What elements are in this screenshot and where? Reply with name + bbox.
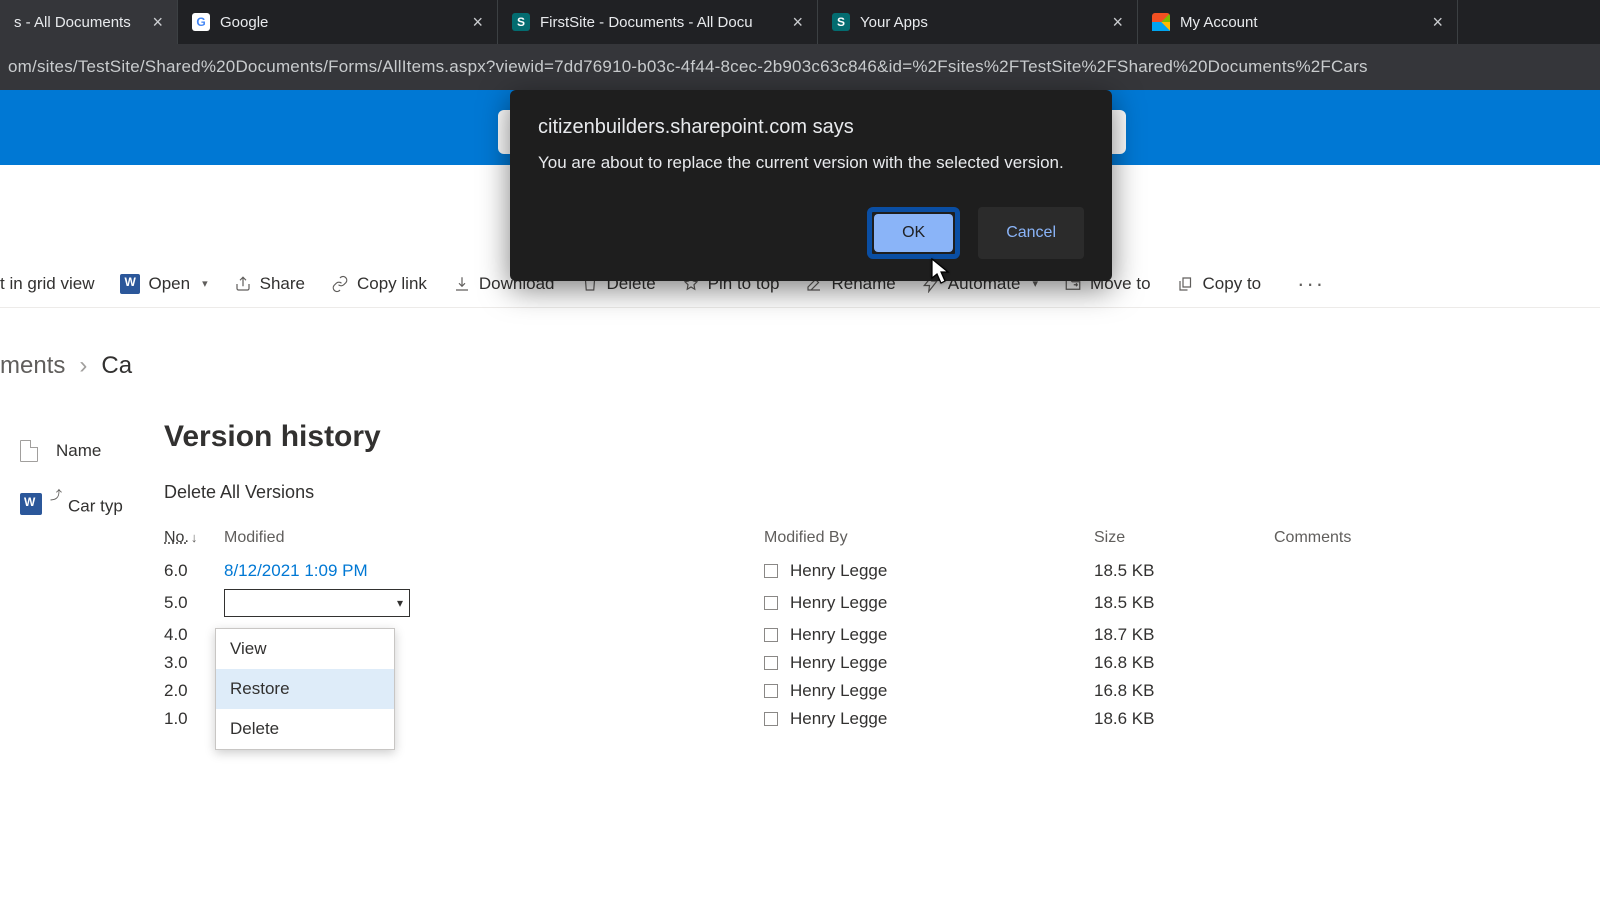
- tab-your-apps[interactable]: S Your Apps ×: [818, 0, 1138, 44]
- breadcrumb-parent[interactable]: ments: [0, 352, 65, 380]
- checkbox-icon[interactable]: [764, 684, 778, 698]
- modified-by: Henry Legge: [764, 709, 1094, 729]
- list-item[interactable]: ⤴Car typ: [0, 486, 140, 523]
- word-document-icon: [20, 493, 42, 515]
- col-modified[interactable]: Modified: [224, 529, 764, 547]
- tab-firstsite[interactable]: S FirstSite - Documents - All Docu ×: [498, 0, 818, 44]
- microsoft-icon: [1152, 13, 1170, 31]
- checkbox-icon[interactable]: [764, 564, 778, 578]
- col-no[interactable]: No.↓: [164, 529, 224, 547]
- delete-all-versions-link[interactable]: Delete All Versions: [164, 482, 314, 503]
- document-list-peek: Name ⤴Car typ: [0, 430, 140, 523]
- cmd-label: Copy to: [1203, 274, 1262, 294]
- version-no: 5.0: [164, 593, 224, 613]
- modified-by: Henry Legge: [764, 561, 1094, 581]
- modified-by: Henry Legge: [764, 593, 1094, 613]
- tab-title: FirstSite - Documents - All Docu: [540, 14, 753, 31]
- modified-date-dropdown[interactable]: [224, 589, 764, 617]
- tab-title: s - All Documents: [14, 14, 131, 31]
- ok-button-highlight: OK: [867, 207, 960, 259]
- copy-icon: [1177, 275, 1195, 293]
- checkbox-icon[interactable]: [764, 596, 778, 610]
- cmd-label: Open: [148, 274, 190, 294]
- cmd-label: Copy link: [357, 274, 427, 294]
- copy-link-button[interactable]: Copy link: [331, 274, 427, 294]
- more-actions-button[interactable]: ···: [1297, 271, 1325, 297]
- file-size: 16.8 KB: [1094, 681, 1274, 701]
- cmd-label: Share: [260, 274, 305, 294]
- modified-by: Henry Legge: [764, 681, 1094, 701]
- table-header-row: No.↓ Modified Modified By Size Comments: [164, 525, 1600, 557]
- file-size: 18.6 KB: [1094, 709, 1274, 729]
- share-icon: [234, 275, 252, 293]
- document-name: ⤴Car typ: [56, 492, 123, 517]
- close-icon[interactable]: ×: [472, 12, 483, 33]
- breadcrumb: ments › Ca: [0, 308, 1600, 380]
- panel-title: Version history: [164, 420, 1600, 454]
- download-icon: [453, 275, 471, 293]
- file-size: 18.5 KB: [1094, 561, 1274, 581]
- menu-item-view[interactable]: View: [216, 629, 394, 669]
- cmd-label: t in grid view: [0, 274, 94, 294]
- menu-item-delete[interactable]: Delete: [216, 709, 394, 749]
- url-text: om/sites/TestSite/Shared%20Documents/For…: [8, 57, 1368, 77]
- col-comments[interactable]: Comments: [1274, 529, 1600, 547]
- link-icon: [331, 275, 349, 293]
- checkbox-icon[interactable]: [764, 656, 778, 670]
- file-size: 18.7 KB: [1094, 625, 1274, 645]
- dialog-message: You are about to replace the current ver…: [538, 153, 1084, 173]
- tab-google[interactable]: G Google ×: [178, 0, 498, 44]
- list-header: Name: [0, 430, 140, 486]
- breadcrumb-current: Ca: [101, 352, 132, 380]
- ok-button[interactable]: OK: [874, 214, 953, 252]
- share-button[interactable]: Share: [234, 274, 305, 294]
- cancel-button[interactable]: Cancel: [978, 207, 1084, 259]
- tab-title: Google: [220, 14, 268, 31]
- version-context-menu: View Restore Delete: [215, 628, 395, 750]
- chevron-right-icon: ›: [79, 352, 87, 380]
- file-type-icon: [20, 440, 38, 462]
- tab-title: My Account: [1180, 14, 1258, 31]
- name-column-header[interactable]: Name: [56, 441, 101, 461]
- close-icon[interactable]: ×: [1432, 12, 1443, 33]
- col-modified-by[interactable]: Modified By: [764, 529, 1094, 547]
- sharepoint-icon: S: [832, 13, 850, 31]
- file-size: 18.5 KB: [1094, 593, 1274, 613]
- tab-all-documents[interactable]: s - All Documents ×: [0, 0, 178, 44]
- word-icon: [120, 274, 140, 294]
- open-button[interactable]: Open: [120, 274, 207, 294]
- close-icon[interactable]: ×: [792, 12, 803, 33]
- menu-item-restore[interactable]: Restore: [216, 669, 394, 709]
- modified-by: Henry Legge: [764, 625, 1094, 645]
- version-no: 6.0: [164, 561, 224, 581]
- address-bar[interactable]: om/sites/TestSite/Shared%20Documents/For…: [0, 44, 1600, 90]
- table-row[interactable]: 5.0 Henry Legge 18.5 KB: [164, 585, 1600, 621]
- close-icon[interactable]: ×: [152, 12, 163, 33]
- table-row[interactable]: 6.0 8/12/2021 1:09 PM Henry Legge 18.5 K…: [164, 557, 1600, 585]
- modified-date[interactable]: 8/12/2021 1:09 PM: [224, 561, 764, 581]
- sharepoint-icon: S: [512, 13, 530, 31]
- file-size: 16.8 KB: [1094, 653, 1274, 673]
- confirm-dialog: citizenbuilders.sharepoint.com says You …: [510, 90, 1112, 281]
- checkbox-icon[interactable]: [764, 712, 778, 726]
- modified-by: Henry Legge: [764, 653, 1094, 673]
- close-icon[interactable]: ×: [1112, 12, 1123, 33]
- browser-tab-strip: s - All Documents × G Google × S FirstSi…: [0, 0, 1600, 44]
- tab-my-account[interactable]: My Account ×: [1138, 0, 1458, 44]
- dialog-domain-text: citizenbuilders.sharepoint.com says: [538, 116, 1084, 139]
- google-icon: G: [192, 13, 210, 31]
- edit-grid-view-button[interactable]: t in grid view: [0, 274, 94, 294]
- tab-title: Your Apps: [860, 14, 928, 31]
- checkbox-icon[interactable]: [764, 628, 778, 642]
- col-size[interactable]: Size: [1094, 529, 1274, 547]
- copy-to-button[interactable]: Copy to: [1177, 274, 1262, 294]
